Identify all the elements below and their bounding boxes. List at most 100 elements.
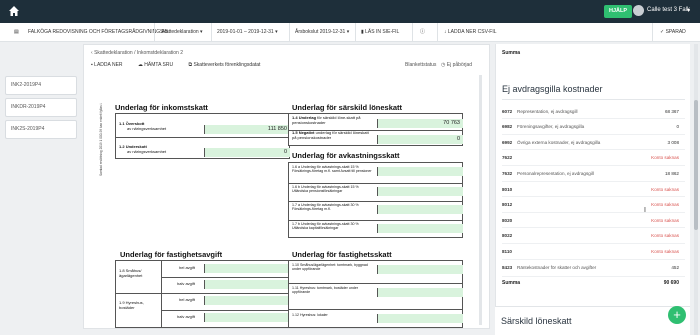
field-1-11-label: 1.11 Hyreshus: tomtmark, bostäder under … — [292, 286, 359, 295]
inkomstskatt-box: 1.1 Överskott av näringsverksamhet 111 85… — [115, 113, 290, 159]
declaration-type-select[interactable]: Skattedeklaration ▾ — [160, 23, 203, 42]
period-select[interactable]: 2019-01-01 – 2019-12-31 ▾ — [217, 23, 278, 42]
field-1-6b-input[interactable] — [377, 187, 463, 196]
summa-row: Summa 90 690 — [502, 280, 679, 286]
download-button[interactable]: ▪ LADDA NER — [91, 62, 130, 68]
field-1-4-input[interactable]: 70 763 — [377, 119, 463, 128]
field-1-9-halv-input[interactable] — [204, 313, 290, 322]
status-badge[interactable]: ◷ Ej påbörjad — [441, 62, 472, 68]
field-1-5-input[interactable]: 0 — [377, 135, 463, 144]
chevron-down-icon: ▾ — [346, 29, 350, 35]
field-1-9-halv-label: halv avgift — [177, 314, 196, 319]
section-sarskild: Underlag för särskild löneskatt — [292, 103, 403, 112]
download-label: LADDA NER — [94, 62, 123, 68]
fastighetsavgift-box: 1.8 Småhus/ ägarlägenhet hel avgift halv… — [115, 260, 290, 328]
avatar[interactable] — [633, 5, 644, 16]
skatteverket-link[interactable]: ⧉ Skatteverkets förenklingsdatat — [189, 62, 268, 68]
list-item[interactable]: 6072 Representation, ej avdragsgill 68 367 — [502, 107, 679, 117]
user-name[interactable]: Calle test 3 Falk — [647, 7, 690, 13]
list-item[interactable]: 8012 Konto saknas — [502, 200, 679, 210]
fiscal-year-select[interactable]: Årsbokslut 2019-12-31 ▾ — [295, 23, 349, 42]
list-item[interactable]: 7632 Personalrepresentation, ej avdragsgi… — [502, 169, 679, 179]
file-icon: ▮ — [361, 29, 364, 35]
field-1-12-input[interactable] — [377, 314, 463, 323]
field-1-6a-input[interactable] — [377, 167, 463, 176]
skatteverket-label: Skatteverkets förenklingsdatat — [193, 62, 261, 68]
field-1-7b-input[interactable] — [377, 224, 463, 233]
check-icon: ✓ — [660, 29, 665, 35]
chevron-left-icon[interactable]: ‹ — [91, 50, 93, 56]
sarskild-loneskatt-card[interactable]: Särskild löneskatt — [495, 306, 690, 335]
field-1-10-label: 1.10 Småhus/ägarlägenhet: tomtmark, bygg… — [292, 263, 368, 272]
clock-icon: ◷ — [441, 62, 446, 68]
field-1-5-label: 1.5 Negativt underlag för särskild lönes… — [292, 130, 369, 140]
list-item[interactable]: 7622 Konto saknas — [502, 153, 679, 163]
field-1-2-input[interactable]: 0 — [204, 148, 290, 157]
help-button[interactable]: HJÄLP — [604, 5, 633, 18]
read-sie-label: LÄS IN SIE-FIL — [365, 29, 400, 35]
account-summary-panel: Summa Ej avdragsgilla kostnader 6072 Repr… — [495, 44, 690, 329]
info-icon[interactable]: ⓘ — [420, 23, 425, 42]
field-1-2-label: 1.2 Underskott av näringsverksamhet — [119, 144, 167, 154]
field-1-8-label: 1.8 Småhus/ ägarlägenhet — [119, 268, 143, 278]
field-1-7b-label: 1.7 b Underlag för avkastnings-skatt 30 … — [292, 222, 359, 231]
field-1-1-label: 1.1 Överskott av näringsverksamhet — [119, 121, 167, 131]
breadcrumb-current: Inkomstdeklaration 2 — [136, 50, 184, 56]
document-actions: ▪ LADDA NER ☁ HÄMTA SRU ⧉ Skatteverkets … — [91, 62, 274, 68]
avkastning-box: 1.6 a Underlag för avkastnings-skatt 15 … — [288, 162, 463, 238]
field-1-6b-label: 1.6 b Underlag för avkastnings-skatt 15 … — [292, 185, 359, 194]
download-csv-button[interactable]: ↓ LADDA NER CSV-FIL — [444, 23, 497, 42]
form-tab-ink2[interactable]: INK2-2019P4 — [5, 76, 77, 95]
list-item[interactable]: 8423 Räntekostnader för skatter och avgif… — [502, 263, 679, 273]
company-name[interactable]: FALKÖGA REDOVISNING OCH FÖRETAGSRÅDGIVNI… — [28, 23, 168, 42]
field-1-9-hel-label: hel avgift — [179, 297, 196, 302]
chevron-down-icon: ▾ — [200, 29, 203, 35]
company-icon: ▤ — [14, 29, 19, 35]
field-1-8-hel-input[interactable] — [204, 264, 290, 273]
status-value: Ej påbörjad — [446, 62, 473, 68]
list-item[interactable]: 8020 Konto saknas — [502, 216, 679, 226]
read-sie-button[interactable]: ▮ LÄS IN SIE-FIL — [361, 23, 399, 42]
section-inkomstskatt: Underlag för inkomstskatt — [115, 103, 208, 112]
fastighetsskatt-box: 1.10 Småhus/ägarlägenhet: tomtmark, bygg… — [288, 260, 463, 328]
summa-label: Summa — [502, 280, 521, 286]
side-text: Samlad ersättning 2019 1 000-99 kan enke… — [99, 102, 103, 176]
field-1-4-label: 1.4 Underlag för särskild löne-skatt på … — [292, 115, 361, 125]
field-1-11-input[interactable] — [377, 288, 463, 297]
sru-button[interactable]: ☁ HÄMTA SRU — [138, 62, 180, 68]
page-scrollbar-thumb[interactable] — [694, 100, 698, 230]
list-item[interactable]: 6982 Föreningsavgifter, ej avdragsgilla 0 — [502, 122, 679, 132]
saved-label: SPARAD — [665, 29, 686, 35]
field-1-10-input[interactable] — [377, 265, 463, 274]
home-icon[interactable] — [8, 5, 20, 17]
sru-label: HÄMTA SRU — [144, 62, 174, 68]
list-item[interactable]: 8110 Konto saknas — [502, 247, 679, 257]
saved-indicator: ✓ SPARAD — [660, 23, 686, 42]
section-title: Ej avdragsgilla kostnader — [502, 84, 603, 94]
field-1-7a-input[interactable] — [377, 205, 463, 214]
fiscal-year-label: Årsbokslut 2019-12-31 — [295, 29, 346, 35]
section-fastighetsskatt: Underlag för fastighetsskatt — [292, 250, 392, 259]
field-1-7a-label: 1.7 a Underlag för avkastnings-skatt 30 … — [292, 203, 359, 212]
field-1-9-label: 1.9 Hyreshus, bostäder — [119, 300, 144, 310]
add-button[interactable]: + — [668, 306, 686, 324]
breadcrumb: ‹ Skattedeklaration / Inkomstdeklaration… — [91, 50, 184, 56]
breadcrumb-parent[interactable]: Skattedeklaration — [94, 50, 133, 56]
period-label: 2019-01-01 – 2019-12-31 — [217, 29, 274, 35]
field-1-1-input[interactable]: 111 850 — [204, 125, 290, 134]
blank-status-label: Blankettstatus — [405, 62, 437, 68]
form-tab-inkdr[interactable]: INKDR-2019P4 — [5, 98, 77, 117]
list-item[interactable]: 6992 Övriga externa kostnader, ej avdrags… — [502, 138, 679, 148]
field-1-8-halv-input[interactable] — [204, 280, 290, 289]
chevron-down-icon[interactable]: ▾ — [687, 7, 690, 14]
section-avkastning: Underlag för avkastningsskatt — [292, 151, 400, 160]
form-tab-list: INK2-2019P4 INKDR-2019P4 INK2S-2019P4 — [5, 76, 77, 142]
field-1-9-hel-input[interactable] — [204, 296, 290, 305]
list-item[interactable]: 8022 Konto saknas — [502, 231, 679, 241]
form-tab-ink2s[interactable]: INK2S-2019P4 — [5, 120, 77, 139]
document-scrollbar[interactable] — [479, 75, 482, 325]
field-1-8-halv-label: halv avgift — [177, 281, 196, 286]
download-icon: ↓ — [444, 29, 447, 35]
list-item[interactable]: 8010 Konto saknas — [502, 185, 679, 195]
download-csv-label: LADDA NER CSV-FIL — [447, 29, 497, 35]
